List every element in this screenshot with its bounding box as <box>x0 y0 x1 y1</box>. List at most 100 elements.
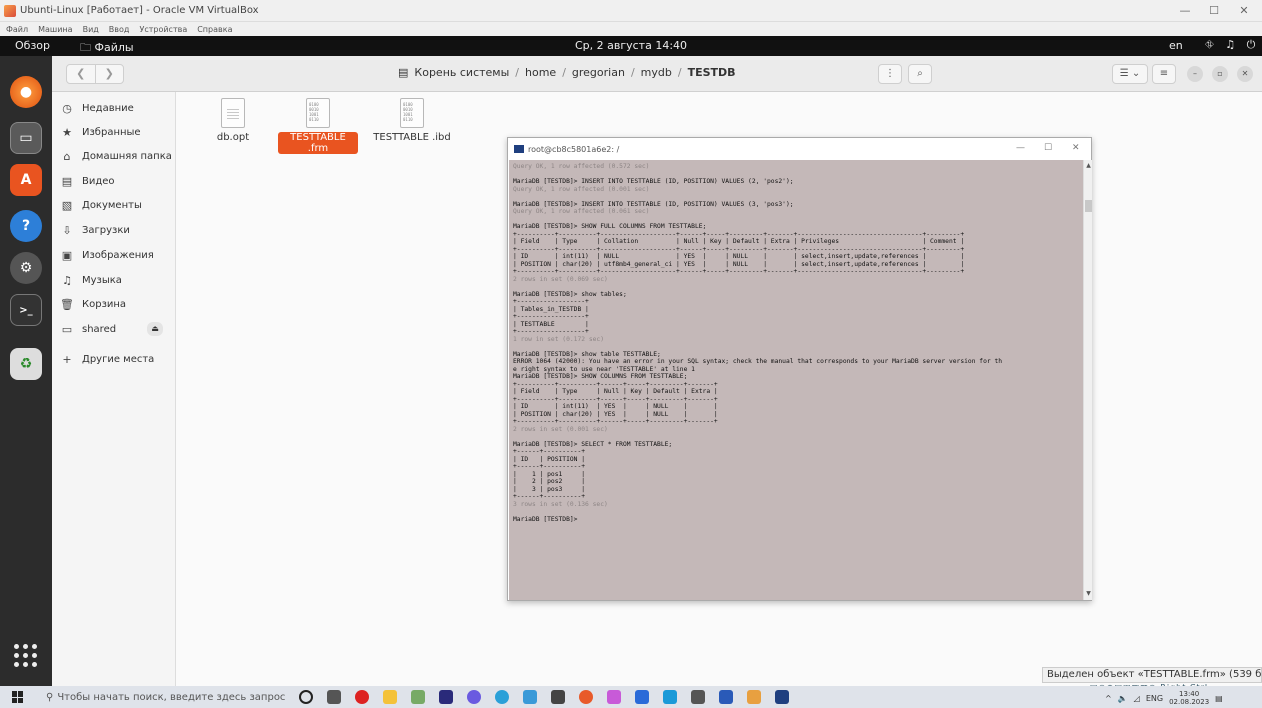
keyboard-layout[interactable]: en <box>1169 39 1183 52</box>
network-icon[interactable]: ◿ <box>1134 694 1140 703</box>
menu-view[interactable]: Вид <box>83 25 99 34</box>
taskbar-search-input[interactable]: Чтобы начать поиск, введите здесь запрос <box>57 692 285 703</box>
file-item[interactable]: 0100 0010 1001 0110 TESTTABLE .ibd <box>372 98 452 143</box>
window-close-button[interactable]: ✕ <box>1237 66 1253 82</box>
path-mydb[interactable]: mydb <box>641 66 672 79</box>
premiere-icon[interactable] <box>439 690 453 704</box>
menu-input[interactable]: Ввод <box>109 25 130 34</box>
sidebar-item-label: Видео <box>82 175 115 187</box>
vbox-window-title: Ubunti-Linux [Работает] - Oracle VM Virt… <box>20 5 259 16</box>
app-icon[interactable] <box>607 690 621 704</box>
scroll-down-icon[interactable]: ▼ <box>1084 590 1093 597</box>
music-icon: ♫ <box>62 273 72 287</box>
window-minimize-button[interactable]: – <box>1187 66 1203 82</box>
task-view-icon[interactable] <box>327 690 341 704</box>
firefox-icon[interactable]: ● <box>10 76 42 108</box>
app-icon[interactable] <box>467 690 481 704</box>
terminal-line: | ID | POSITION | <box>513 455 586 463</box>
maximize-icon[interactable]: ☐ <box>1044 143 1052 153</box>
clock[interactable]: Ср, 2 августа 14:40 <box>0 39 1262 52</box>
path-user[interactable]: gregorian <box>572 66 625 79</box>
terminal-output[interactable]: Query OK, 1 row affected (0.572 sec) Mar… <box>509 160 1083 600</box>
menu-file[interactable]: Файл <box>6 25 28 34</box>
sidebar-item-label: Избранные <box>82 126 141 138</box>
sidebar-item-documents[interactable]: ▧ Документы <box>52 193 176 217</box>
close-icon[interactable]: ✕ <box>1072 143 1080 153</box>
vscode-icon[interactable] <box>635 690 649 704</box>
search-button[interactable]: ⌕ <box>908 64 932 84</box>
terminal-line: +----------+----------+------+-----+----… <box>513 380 718 388</box>
terminal-icon[interactable]: >_ <box>10 294 42 326</box>
terminal-line: | POSITION | char(20) | utf8mb4_general_… <box>513 260 965 268</box>
taskbar-search[interactable]: ⚲ Чтобы начать поиск, введите здесь запр… <box>46 692 291 703</box>
file-explorer-icon[interactable] <box>383 690 397 704</box>
back-button[interactable]: ❮ <box>67 65 95 83</box>
path-current[interactable]: TESTDB <box>688 66 736 79</box>
notifications-icon[interactable]: ▤ <box>1215 694 1223 703</box>
help-icon[interactable]: ? <box>10 210 42 242</box>
sidebar-item-starred[interactable]: ★ Избранные <box>52 120 176 144</box>
scroll-up-icon[interactable]: ▲ <box>1084 162 1093 169</box>
view-toggle-button[interactable]: ☰ ⌄ <box>1112 64 1148 84</box>
skype-icon[interactable] <box>663 690 677 704</box>
taskbar-clock[interactable]: 13:40 02.08.2023 <box>1169 690 1209 706</box>
pathbar: ▤ Корень системы / home / gregorian / my… <box>398 66 736 79</box>
terminal-line: +------+----------+ <box>513 493 586 500</box>
maximize-icon[interactable]: ☐ <box>1202 4 1226 17</box>
terminal-icon[interactable] <box>775 690 789 704</box>
terminal-line: Query OK, 1 row affected (0.572 sec) <box>513 163 650 170</box>
menu-help[interactable]: Справка <box>197 25 232 34</box>
sidebar-item-downloads[interactable]: ⇩ Загрузки <box>52 218 176 242</box>
word-icon[interactable] <box>719 690 733 704</box>
telegram-icon[interactable] <box>495 690 509 704</box>
scroll-thumb[interactable] <box>1085 200 1092 212</box>
virtualbox-icon[interactable] <box>747 690 761 704</box>
sidebar-item-other-locations[interactable]: + Другие места <box>52 347 176 371</box>
main-menu-button[interactable]: ≡ <box>1152 64 1176 84</box>
software-center-icon[interactable]: A <box>10 164 42 196</box>
terminal-scrollbar[interactable]: ▲ ▼ <box>1083 160 1092 600</box>
files-icon[interactable]: ▭ <box>10 122 42 154</box>
app-icon[interactable] <box>523 690 537 704</box>
file-item-selected[interactable]: 0100 0010 1001 0110 TESTTABLE .frm <box>278 98 358 154</box>
terminal-title: root@cb8c5801a6e2: / <box>528 144 620 154</box>
calculator-icon[interactable] <box>551 690 565 704</box>
minimize-icon[interactable]: — <box>1016 143 1025 153</box>
system-tray-icons[interactable]: ⛗ ♫ ⏻ <box>1205 38 1259 52</box>
close-icon[interactable]: ✕ <box>1232 4 1256 17</box>
sidebar-item-pictures[interactable]: ▣ Изображения <box>52 243 176 267</box>
virtualbox-icon <box>4 4 16 17</box>
sidebar-item-label: Другие места <box>82 353 155 365</box>
terminal-line: 2 rows in set (0.001 sec) <box>513 425 608 433</box>
menu-devices[interactable]: Устройства <box>139 25 187 34</box>
eject-icon[interactable]: ⏏ <box>147 322 163 336</box>
cortana-icon[interactable] <box>299 690 313 704</box>
sidebar-item-shared[interactable]: ▭ shared ⏏ <box>52 317 176 341</box>
app-icon[interactable] <box>691 690 705 704</box>
trash-icon[interactable]: ♻ <box>10 348 42 380</box>
path-root[interactable]: Корень системы <box>414 66 509 79</box>
sidebar-item-home[interactable]: ⌂ Домашняя папка <box>52 144 176 168</box>
window-maximize-button[interactable]: ▫ <box>1212 66 1228 82</box>
forward-button[interactable]: ❯ <box>94 65 124 83</box>
chrome-icon[interactable] <box>579 690 593 704</box>
path-menu-button[interactable]: ⋮ <box>878 64 902 84</box>
opera-icon[interactable] <box>355 690 369 704</box>
sidebar-item-trash[interactable]: 🗑 Корзина <box>52 292 176 316</box>
input-language[interactable]: ENG <box>1146 694 1163 703</box>
file-item[interactable]: db.opt <box>193 98 273 143</box>
sidebar-item-videos[interactable]: ▤ Видео <box>52 169 176 193</box>
app-icon[interactable] <box>411 690 425 704</box>
menu-machine[interactable]: Машина <box>38 25 72 34</box>
terminal-line: MariaDB [TESTDB]> SHOW COLUMNS FROM TEST… <box>513 373 688 380</box>
settings-icon[interactable]: ⚙ <box>10 252 42 284</box>
volume-icon[interactable]: 🔈 <box>1118 694 1128 703</box>
sidebar-item-recent[interactable]: ◷ Недавние <box>52 96 176 120</box>
minimize-icon[interactable]: — <box>1173 4 1197 17</box>
windows-start-icon[interactable] <box>12 691 24 703</box>
show-apps-icon[interactable] <box>14 644 38 668</box>
path-home[interactable]: home <box>525 66 556 79</box>
sidebar-item-music[interactable]: ♫ Музыка <box>52 268 176 292</box>
tray-overflow-icon[interactable]: ^ <box>1105 694 1112 703</box>
